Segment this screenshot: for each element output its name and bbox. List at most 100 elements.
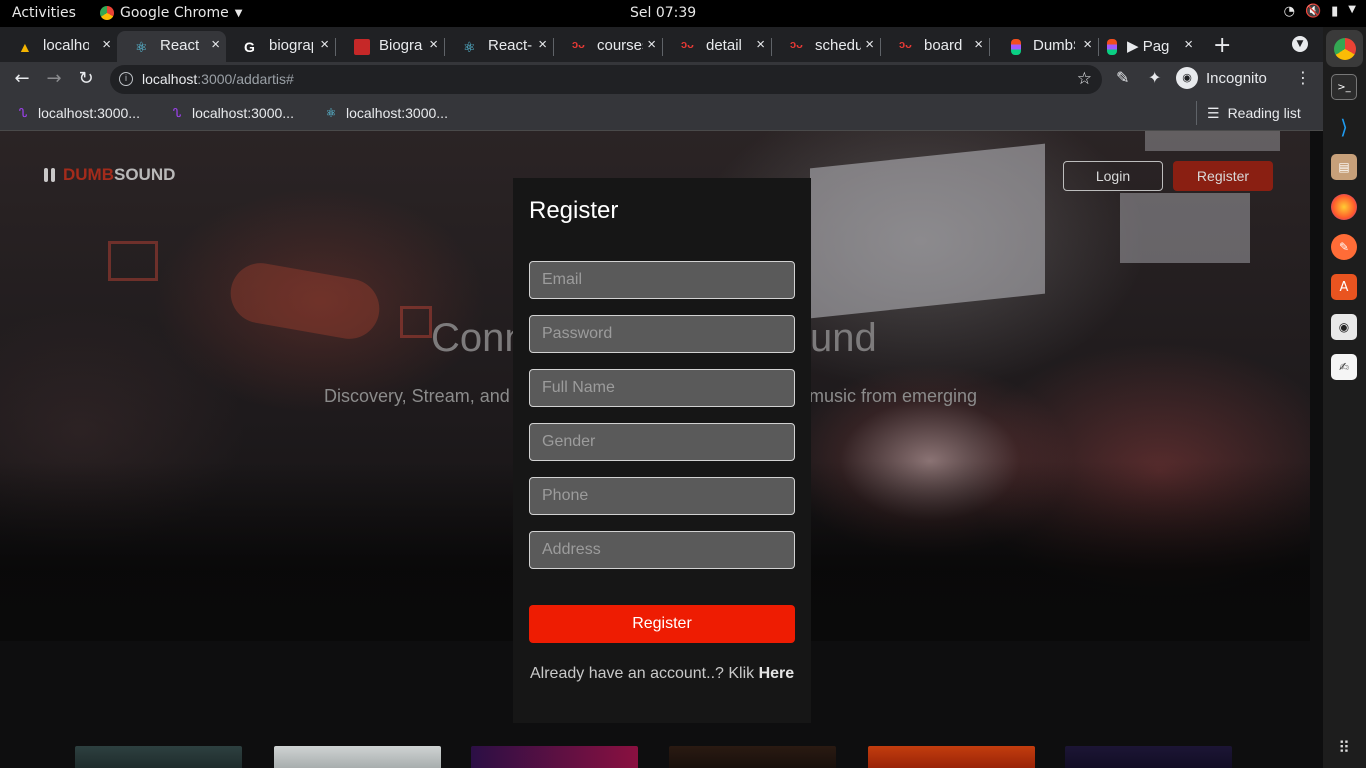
stage-light [400, 306, 432, 338]
tab-courses[interactable]: ᴐᴗ courses × [554, 31, 662, 62]
bookmark-label: localhost:3000... [192, 105, 294, 121]
new-tab-button[interactable]: + [1213, 33, 1231, 58]
react-icon: ⚛ [325, 106, 337, 120]
login-button[interactable]: Login [1063, 161, 1163, 191]
email-field[interactable] [529, 261, 795, 299]
app-menu-label: Google Chrome [120, 5, 229, 21]
tab-strip: ▲ localhost × ⚛ React App × G biography … [0, 27, 1323, 62]
info-icon[interactable]: i [119, 72, 133, 86]
disk-icon: ◉ [1338, 320, 1350, 334]
system-tray[interactable]: ◔ 🔇 ▮ ▼ [1284, 4, 1356, 19]
redux-icon: ᔐ [172, 106, 182, 120]
bookmark-item[interactable]: ᔐ localhost:3000... [170, 105, 294, 121]
google-icon: G [244, 39, 255, 55]
incognito-indicator[interactable]: ◉ Incognito [1176, 67, 1267, 89]
tab-dumbsound[interactable]: DumbSound × [990, 31, 1098, 62]
dumbways-icon: ᴐᴗ [572, 39, 585, 51]
dock-files[interactable]: ▤ [1331, 154, 1357, 180]
show-apps-button[interactable]: ⠿ [1331, 734, 1357, 760]
phone-field[interactable] [529, 477, 795, 515]
close-icon[interactable]: × [320, 36, 329, 53]
album-card[interactable] [75, 746, 242, 768]
close-icon[interactable]: × [429, 36, 438, 53]
more-menu-icon[interactable]: ⋮ [1295, 68, 1311, 87]
reload-button[interactable]: ↻ [74, 68, 98, 89]
dock-vscode[interactable]: ⟩ [1331, 114, 1357, 140]
close-icon[interactable]: × [1184, 36, 1193, 53]
address-bar[interactable]: i localhost:3000/addartis# ☆ [110, 65, 1102, 94]
tab-biography[interactable]: G biography × [226, 31, 335, 62]
close-icon[interactable]: × [974, 36, 983, 53]
forward-button[interactable]: → [42, 68, 66, 89]
password-field[interactable] [529, 315, 795, 353]
dock-editor[interactable]: ✍ [1331, 354, 1357, 380]
activities-button[interactable]: Activities [12, 5, 76, 21]
dock-disks[interactable]: ◉ [1331, 314, 1357, 340]
stage-screen [1145, 131, 1280, 151]
clock[interactable]: Sel 07:39 [630, 5, 696, 21]
album-card[interactable] [471, 746, 638, 768]
site-logo[interactable]: DUMBSOUND [44, 165, 175, 185]
close-icon[interactable]: × [211, 36, 220, 53]
app-menu[interactable]: Google Chrome ▼ [100, 5, 242, 21]
tab-page[interactable]: ▶ Page × [1099, 31, 1199, 62]
gender-field[interactable] [529, 423, 795, 461]
close-icon[interactable]: × [538, 36, 547, 53]
tab-react-bootstrap[interactable]: ⚛ React-Bootstrap × [445, 31, 553, 62]
figma-icon [1011, 39, 1021, 55]
tab-board[interactable]: ᴐᴗ board × [881, 31, 989, 62]
close-icon[interactable]: × [647, 36, 656, 53]
site-icon [354, 39, 370, 55]
tab-localhost[interactable]: ▲ localhost × [0, 31, 117, 62]
close-icon[interactable]: × [865, 36, 874, 53]
url-text: localhost:3000/addartis# [142, 71, 294, 87]
modal-title: Register [529, 197, 619, 224]
reading-list-icon: ☰ [1207, 104, 1220, 121]
incognito-icon: ◉ [1176, 67, 1198, 89]
hero-subtitle-end: music from emerging [809, 386, 978, 406]
bookmark-item[interactable]: ⚛ localhost:3000... [324, 105, 448, 121]
figma-icon [1107, 39, 1117, 55]
switch-text: Already have an account..? Klik [530, 665, 759, 682]
dumbways-icon: ᴐᴗ [899, 39, 912, 51]
tab-schedule[interactable]: ᴐᴗ schedule × [772, 31, 880, 62]
close-icon[interactable]: × [756, 36, 765, 53]
dock-software[interactable]: A [1331, 274, 1357, 300]
tab-detail[interactable]: ᴐᴗ detail × [663, 31, 771, 62]
back-button[interactable]: ← [10, 68, 34, 89]
register-submit-button[interactable]: Register [529, 605, 795, 643]
wifi-icon: ◔ [1283, 4, 1295, 19]
logo-mark-icon [44, 168, 55, 182]
dock-postman[interactable]: ✎ [1331, 234, 1357, 260]
close-icon[interactable]: × [102, 36, 111, 53]
address-field[interactable] [529, 531, 795, 569]
web-page: DUMBSOUND Login Register Conn und Discov… [0, 131, 1323, 768]
tab-label: board [924, 37, 963, 54]
pen-extension-icon[interactable]: ✎ [1116, 68, 1129, 87]
login-here-link[interactable]: Here [759, 665, 795, 682]
album-card[interactable] [274, 746, 441, 768]
battery-icon: ▮ [1331, 4, 1339, 19]
album-card[interactable] [1065, 746, 1232, 768]
full-name-field[interactable] [529, 369, 795, 407]
album-card[interactable] [868, 746, 1035, 768]
tab-biography-2[interactable]: Biography × [336, 31, 444, 62]
close-icon[interactable]: × [1083, 36, 1092, 53]
dock-chrome[interactable] [1326, 30, 1363, 67]
bookmark-item[interactable]: ᔐ localhost:3000... [16, 105, 140, 121]
stage-screen [810, 143, 1045, 319]
vite-icon: ▲ [18, 39, 32, 55]
redux-icon: ᔐ [18, 106, 28, 120]
reading-list-button[interactable]: ☰ Reading list [1196, 101, 1301, 125]
album-card[interactable] [669, 746, 836, 768]
dock-firefox[interactable] [1331, 194, 1357, 220]
bookmark-star-icon[interactable]: ☆ [1077, 69, 1092, 89]
tab-react-app[interactable]: ⚛ React App × [117, 31, 226, 62]
extensions-puzzle-icon[interactable]: ✦ [1148, 68, 1161, 87]
files-icon: ▤ [1338, 160, 1350, 174]
tab-search-icon[interactable]: ▼ [1292, 36, 1308, 52]
dumbways-icon: ᴐᴗ [790, 39, 803, 51]
tab-label: ▶ Page [1127, 38, 1169, 55]
dock-terminal[interactable]: >_ [1331, 74, 1357, 100]
register-button[interactable]: Register [1173, 161, 1273, 191]
